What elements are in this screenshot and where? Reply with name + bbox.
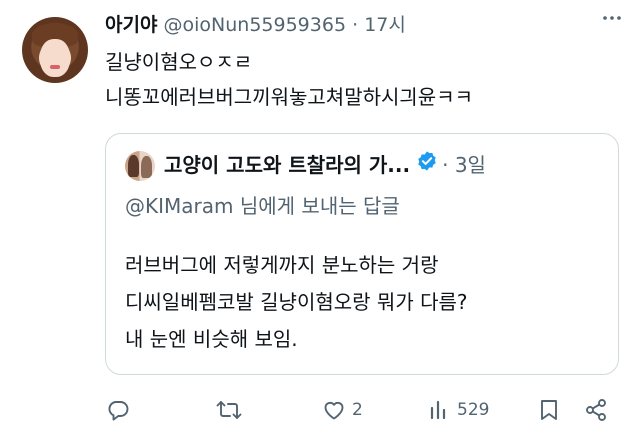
views-count: 529	[457, 400, 490, 420]
retweet-icon	[216, 398, 242, 422]
reply-suffix: 님에게 보내는 답글	[239, 194, 400, 218]
tweet-text-line: 길냥이혐오ㅇㅈㄹ	[105, 50, 253, 74]
retweet-button[interactable]	[216, 390, 248, 430]
quoted-reply-context: @KIMaram 님에게 보내는 답글	[125, 189, 400, 223]
quoted-tweet[interactable]: 고양이 고도와 트찰라의 가... · 3일 @KIMaram 님에게 보내는 답…	[105, 133, 619, 375]
quoted-text: 러브버그에 저렇게까지 분노하는 거랑 디씨일베펨코발 길냥이혐오랑 뭐가 다름…	[125, 247, 468, 358]
reply-mention[interactable]: @KIMaram	[125, 194, 234, 218]
share-icon	[584, 398, 608, 422]
quoted-author-name[interactable]: 고양이 고도와 트찰라의 가...	[164, 153, 410, 177]
views-button[interactable]: 529	[429, 390, 489, 430]
quoted-author-avatar[interactable]	[125, 151, 155, 181]
quoted-text-line: 디씨일베펨코발 길냥이혐오랑 뭐가 다름?	[125, 290, 468, 314]
separator-dot: ·	[442, 153, 449, 177]
verified-badge-icon	[416, 148, 438, 182]
like-icon	[322, 398, 346, 422]
action-bar: 2 529	[0, 390, 640, 430]
views-icon	[429, 398, 451, 422]
tweet-header: 아기야 @oioNun55959365 · 17시	[105, 10, 406, 40]
tweet-time[interactable]: 17시	[364, 14, 406, 36]
share-button[interactable]	[584, 390, 608, 430]
bookmark-icon	[538, 398, 560, 422]
separator-dot: ·	[352, 14, 359, 36]
reply-icon	[106, 398, 130, 422]
like-count: 2	[352, 400, 363, 420]
author-handle[interactable]: @oioNun55959365	[164, 14, 347, 36]
author-name[interactable]: 아기야	[105, 14, 157, 36]
quoted-text-line: 내 눈엔 비슷해 보임.	[125, 327, 298, 351]
tweet-text: 길냥이혐오ㅇㅈㄹ 니똥꼬에러브버그끼워놓고쳐말하시긔윤ㅋㅋ	[105, 45, 473, 115]
more-icon[interactable]	[596, 6, 628, 34]
quoted-text-line: 러브버그에 저렇게까지 분노하는 거랑	[125, 253, 439, 277]
reply-button[interactable]	[106, 390, 136, 430]
bookmark-button[interactable]	[538, 390, 560, 430]
quoted-time[interactable]: 3일	[455, 153, 486, 177]
quoted-header: 고양이 고도와 트찰라의 가... · 3일	[164, 148, 486, 184]
like-button[interactable]: 2	[322, 390, 363, 430]
tweet-text-line: 니똥꼬에러브버그끼워놓고쳐말하시긔윤ㅋㅋ	[105, 85, 473, 109]
author-avatar[interactable]	[22, 17, 88, 83]
